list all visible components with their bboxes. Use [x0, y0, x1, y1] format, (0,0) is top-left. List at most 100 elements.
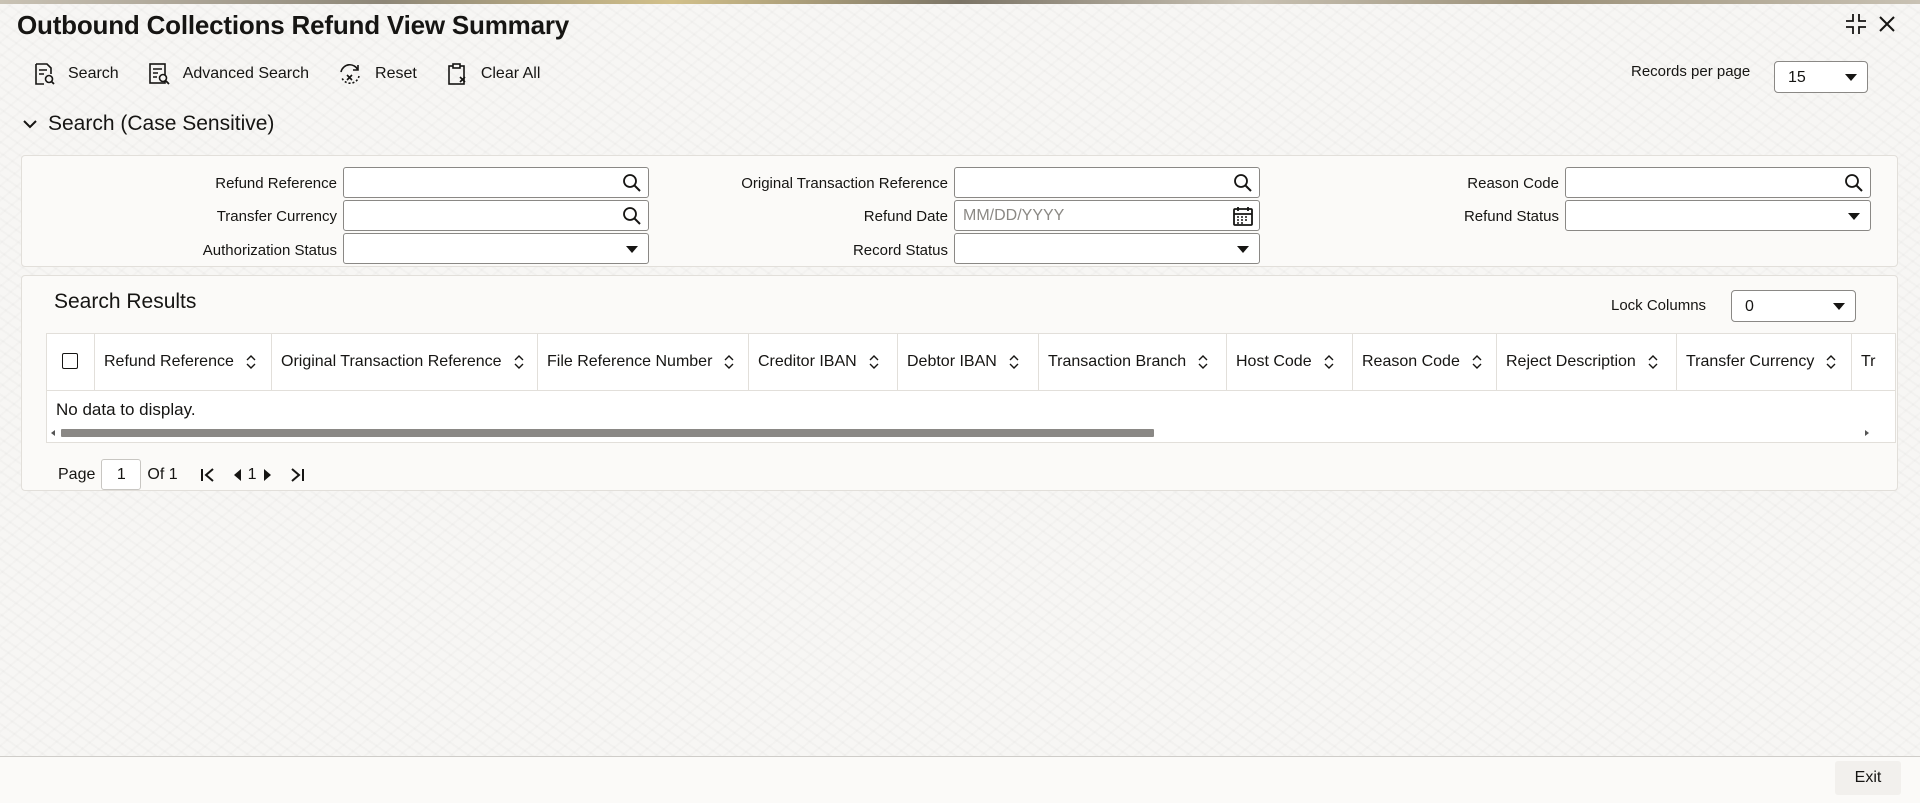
chevron-down-icon [23, 120, 37, 129]
column-label: Debtor IBAN [907, 353, 997, 370]
column-header-file-reference-number[interactable]: File Reference Number [538, 334, 749, 390]
sort-icon [1009, 355, 1019, 369]
search-results-title: Search Results [54, 290, 197, 313]
chevron-down-icon [1237, 246, 1249, 253]
column-header-truncated[interactable]: Tr [1852, 334, 1895, 390]
scroll-right-icon[interactable] [1865, 430, 1869, 436]
chevron-down-icon [626, 246, 638, 253]
search-icon[interactable] [620, 204, 644, 228]
sort-icon [1826, 355, 1836, 369]
refund-status-select[interactable] [1565, 200, 1871, 231]
page-title: Outbound Collections Refund View Summary [17, 10, 570, 40]
reason-code-label: Reason Code [1467, 175, 1559, 192]
column-header-host-code[interactable]: Host Code [1227, 334, 1353, 390]
refund-date-input[interactable]: MM/DD/YYYY [954, 200, 1260, 231]
horizontal-scrollbar[interactable] [47, 425, 1895, 441]
collapse-window-icon[interactable] [1842, 10, 1870, 38]
transfer-currency-input[interactable] [343, 200, 649, 231]
records-per-page-label: Records per page [1631, 63, 1751, 80]
column-header-reason-code[interactable]: Reason Code [1353, 334, 1497, 390]
search-icon[interactable] [1231, 171, 1255, 195]
search-button[interactable]: Search [32, 62, 119, 86]
chevron-down-icon [1833, 303, 1845, 310]
page-label: Page [58, 465, 96, 483]
column-label: Transaction Branch [1048, 353, 1187, 370]
search-doc-icon [35, 63, 55, 85]
refund-reference-label: Refund Reference [215, 175, 337, 192]
scroll-left-icon[interactable] [51, 430, 55, 436]
page-number[interactable]: 1 [248, 466, 257, 484]
close-icon[interactable] [1873, 10, 1901, 38]
select-all-checkbox[interactable] [62, 353, 78, 369]
search-button-label: Search [68, 65, 119, 82]
page-count-label: Of 1 [147, 465, 178, 483]
column-header-transaction-branch[interactable]: Transaction Branch [1039, 334, 1227, 390]
last-page-icon[interactable] [289, 467, 305, 483]
refund-date-label: Refund Date [863, 208, 948, 225]
advanced-search-button[interactable]: Advanced Search [147, 62, 309, 86]
record-status-label: Record Status [852, 242, 948, 259]
column-label: Refund Reference [104, 353, 234, 370]
search-section-toggle[interactable]: Search (Case Sensitive) [22, 112, 274, 136]
column-label: Reason Code [1362, 353, 1460, 370]
column-header-debtor-iban[interactable]: Debtor IBAN [898, 334, 1039, 390]
advanced-search-label: Advanced Search [182, 65, 310, 82]
clear-all-label: Clear All [480, 65, 541, 82]
search-criteria-panel: Refund Reference Original Transaction Re… [21, 155, 1898, 267]
table-header: Refund Reference Original Transaction Re… [47, 334, 1895, 391]
chevron-down-icon [1845, 74, 1857, 81]
lock-columns-label: Lock Columns [1611, 297, 1707, 314]
footer-bar: Exit [0, 756, 1920, 803]
sort-icon [869, 355, 879, 369]
column-label: Host Code [1236, 353, 1312, 370]
pagination: Page 1 Of 1 1 [58, 459, 305, 490]
column-label: Transfer Currency [1686, 353, 1815, 370]
column-label: Original Transaction Reference [281, 353, 502, 370]
next-page-icon[interactable] [263, 468, 273, 482]
column-header-transfer-currency[interactable]: Transfer Currency [1677, 334, 1852, 390]
calendar-icon[interactable] [1231, 204, 1255, 228]
sort-icon [1198, 355, 1208, 369]
sort-icon [1472, 355, 1482, 369]
sort-icon [724, 355, 734, 369]
page-number-input[interactable]: 1 [101, 459, 142, 490]
reason-code-input[interactable] [1565, 167, 1871, 198]
sort-icon [246, 355, 256, 369]
reset-button[interactable]: Reset [337, 62, 417, 86]
scrollbar-thumb[interactable] [61, 429, 1154, 437]
column-header-refund-reference[interactable]: Refund Reference [95, 334, 272, 390]
first-page-icon[interactable] [200, 467, 216, 483]
column-header-creditor-iban[interactable]: Creditor IBAN [749, 334, 898, 390]
reset-label: Reset [375, 65, 417, 82]
column-label: Reject Description [1506, 353, 1636, 370]
transfer-currency-label: Transfer Currency [216, 208, 337, 225]
original-transaction-reference-input[interactable] [954, 167, 1260, 198]
column-label: Tr [1861, 353, 1876, 370]
previous-page-icon[interactable] [232, 468, 242, 482]
search-icon[interactable] [1842, 171, 1866, 195]
column-header-reject-description[interactable]: Reject Description [1497, 334, 1677, 390]
page-input-value: 1 [116, 465, 126, 483]
lock-columns-select[interactable]: 0 [1731, 290, 1856, 322]
authorization-status-select[interactable] [343, 233, 649, 264]
lock-columns-value: 0 [1745, 298, 1754, 315]
sort-icon [1324, 355, 1334, 369]
sort-icon [1648, 355, 1658, 369]
sort-icon [514, 355, 524, 369]
records-per-page-select[interactable]: 15 [1774, 61, 1868, 93]
clear-all-icon [448, 63, 466, 85]
results-table: Refund Reference Original Transaction Re… [46, 333, 1896, 443]
advanced-search-icon [148, 63, 170, 85]
authorization-status-label: Authorization Status [202, 242, 337, 259]
select-all-cell [47, 334, 95, 390]
column-label: Creditor IBAN [758, 353, 857, 370]
top-decorative-strip [0, 0, 1920, 4]
clear-all-button[interactable]: Clear All [445, 62, 541, 86]
column-header-original-transaction-reference[interactable]: Original Transaction Reference [272, 334, 538, 390]
record-status-select[interactable] [954, 233, 1260, 264]
refund-reference-input[interactable] [343, 167, 649, 198]
search-icon[interactable] [620, 171, 644, 195]
original-transaction-reference-label: Original Transaction Reference [741, 175, 948, 192]
chevron-down-icon [1848, 213, 1860, 220]
exit-button[interactable]: Exit [1835, 761, 1901, 795]
